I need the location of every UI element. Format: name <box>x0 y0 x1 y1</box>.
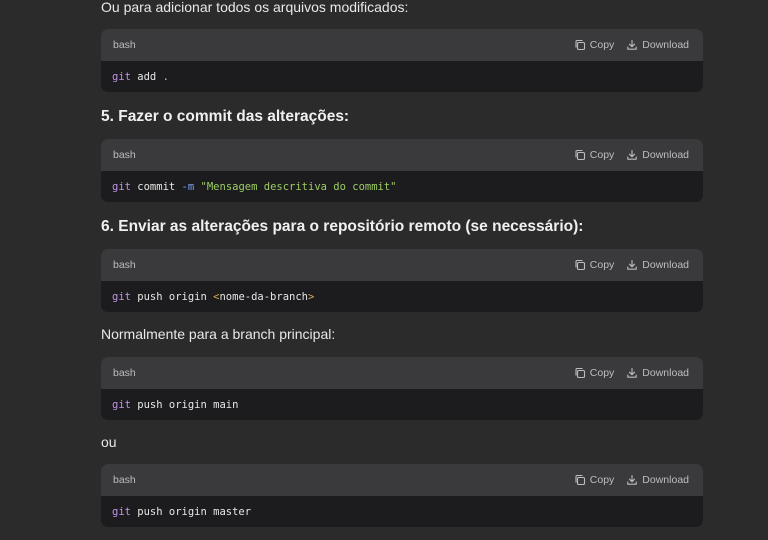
intro-text: Ou para adicionar todos os arquivos modi… <box>101 0 409 15</box>
copy-icon <box>575 367 585 379</box>
code-token: git <box>112 398 131 411</box>
code-body: git add . <box>101 61 703 92</box>
code-header: bash Copy Download <box>101 139 703 171</box>
copy-label: Copy <box>589 367 615 379</box>
copy-button[interactable]: Copy <box>574 149 615 161</box>
code-header: bash Copy Download <box>101 464 703 496</box>
download-button[interactable]: Download <box>626 367 689 379</box>
download-button[interactable]: Download <box>626 474 689 486</box>
code-token: "Mensagem descritiva do commit" <box>200 180 397 193</box>
code-actions: Copy Download <box>574 39 689 51</box>
download-icon <box>627 39 638 50</box>
code-actions: Copy Download <box>574 474 689 486</box>
code-block-git-commit: bash Copy Download git commit -m "Mensag… <box>101 139 703 202</box>
download-icon <box>627 259 638 270</box>
code-block-git-push-master: bash Copy Download git push origin maste… <box>101 464 703 527</box>
copy-icon <box>575 149 585 161</box>
download-button[interactable]: Download <box>626 149 689 161</box>
copy-label: Copy <box>589 474 615 486</box>
code-token: add <box>130 70 163 83</box>
code-actions: Copy Download <box>574 367 689 379</box>
code-token: git <box>112 290 131 303</box>
code-language-label: bash <box>113 39 136 51</box>
copy-icon <box>575 474 585 486</box>
copy-label: Copy <box>589 149 615 161</box>
code-token: -m <box>181 180 195 193</box>
copy-label: Copy <box>589 259 615 271</box>
heading-push: 6. Enviar as alterações para o repositór… <box>101 218 584 235</box>
download-icon <box>627 149 638 160</box>
code-language-label: bash <box>113 259 136 271</box>
download-label: Download <box>642 39 689 51</box>
code-header: bash Copy Download <box>101 357 703 389</box>
copy-button[interactable]: Copy <box>574 367 615 379</box>
code-block-git-push-branch: bash Copy Download git push origin < nome… <box>101 249 703 312</box>
code-language-label: bash <box>113 474 136 486</box>
code-block-git-push-main: bash Copy Download git push origin main <box>101 357 703 420</box>
code-header: bash Copy Download <box>101 29 703 61</box>
copy-icon <box>575 259 585 271</box>
code-body: git commit -m "Mensagem descritiva do co… <box>101 171 703 202</box>
copy-button[interactable]: Copy <box>574 39 615 51</box>
code-token: nome-da-branch <box>219 290 308 303</box>
download-icon <box>627 367 638 378</box>
download-label: Download <box>642 149 689 161</box>
download-label: Download <box>642 474 689 486</box>
download-button[interactable]: Download <box>626 39 689 51</box>
code-header: bash Copy Download <box>101 249 703 281</box>
code-actions: Copy Download <box>574 259 689 271</box>
code-language-label: bash <box>113 367 136 379</box>
code-token: push origin <box>130 290 214 303</box>
copy-label: Copy <box>589 39 615 51</box>
copy-icon <box>575 39 585 51</box>
code-token: commit <box>130 180 182 193</box>
code-block-git-add: bash Copy Download git add . <box>101 29 703 92</box>
code-token: push origin main <box>130 398 239 411</box>
code-token: git <box>112 70 131 83</box>
code-actions: Copy Download <box>574 149 689 161</box>
heading-commit: 5. Fazer o commit das alterações: <box>101 108 350 125</box>
code-token: git <box>112 505 131 518</box>
download-icon <box>627 474 638 485</box>
code-body: git push origin master <box>101 496 703 527</box>
code-token: . <box>162 70 169 83</box>
download-label: Download <box>642 259 689 271</box>
code-token: > <box>308 290 315 303</box>
copy-button[interactable]: Copy <box>574 474 615 486</box>
code-body: git push origin main <box>101 389 703 420</box>
ou-text: ou <box>101 434 117 450</box>
code-token: git <box>112 180 131 193</box>
normally-text: Normalmente para a branch principal: <box>101 326 336 342</box>
download-button[interactable]: Download <box>626 259 689 271</box>
code-body: git push origin < nome-da-branch > <box>101 281 703 312</box>
code-language-label: bash <box>113 149 136 161</box>
code-token: push origin master <box>130 505 252 518</box>
copy-button[interactable]: Copy <box>574 259 615 271</box>
download-label: Download <box>642 367 689 379</box>
